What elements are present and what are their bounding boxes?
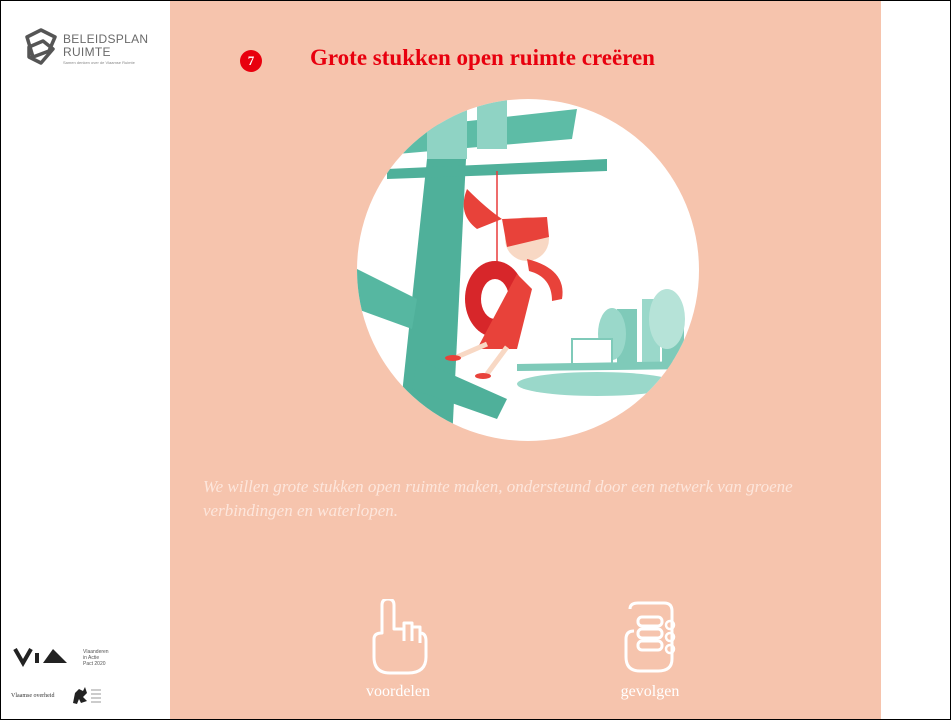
gevolgen-label: gevolgen (620, 683, 680, 700)
page-title: Grote stukken open ruimte creëren (310, 45, 655, 70)
description: We willen grote stukken open ruimte make… (203, 477, 793, 520)
via-text: Vlaanderen in Actie Pact 2020 (83, 649, 109, 667)
main-panel: 7 Grote stukken open ruimte creëren We w… (170, 1, 881, 719)
voordelen-label: voordelen (366, 683, 430, 700)
pointing-hand-icon (372, 599, 428, 675)
beleidsplan-logo-icon (25, 28, 57, 65)
logo-tagline: Samen denken over de Vlaamse Ruimte (63, 60, 135, 65)
sidebar: BELEIDSPLAN RUIMTE Samen denken over de … (1, 1, 170, 719)
logo-line2: RUIMTE (63, 45, 111, 59)
vlaamse-overheid-logo: Vlaamse overheid (11, 685, 161, 709)
right-pane (881, 1, 950, 719)
voordelen-button[interactable]: voordelen (348, 599, 448, 705)
vo-text: Vlaamse overheid (11, 693, 55, 699)
fist-hand-icon (624, 601, 676, 673)
lion-icon (73, 687, 101, 704)
gevolgen-button[interactable]: gevolgen (600, 599, 700, 705)
logo-line1: BELEIDSPLAN (63, 32, 149, 46)
via-logo: Vlaanderen in Actie Pact 2020 (13, 645, 163, 675)
number-badge: 7 (240, 50, 262, 72)
beleidsplan-logo[interactable]: BELEIDSPLAN RUIMTE Samen denken over de … (23, 27, 163, 77)
swing-illustration (357, 99, 699, 441)
via-mark-icon (13, 648, 67, 668)
